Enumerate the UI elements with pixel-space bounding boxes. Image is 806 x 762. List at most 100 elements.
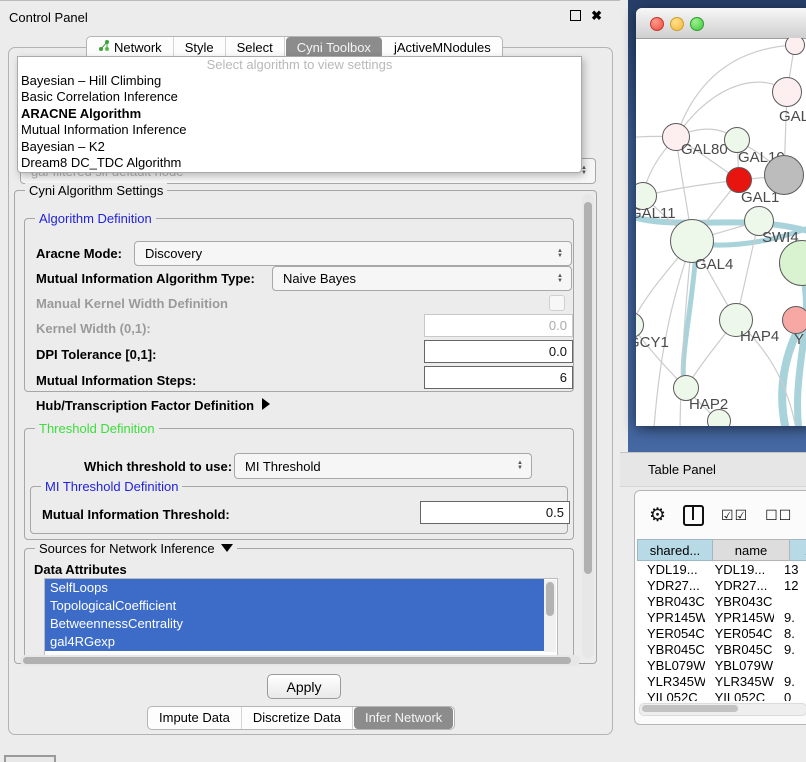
table-cell[interactable]: 9. — [774, 642, 806, 658]
dpi-tolerance-label: DPI Tolerance [0,1]: — [36, 347, 156, 362]
table-cell[interactable]: YLR345W — [637, 674, 705, 690]
table-cell[interactable]: YPR145W — [637, 610, 705, 626]
algorithm-option[interactable]: Dream8 DC_TDC Algorithm — [18, 155, 581, 171]
aracne-mode-combobox[interactable]: Discovery ▲▼ — [134, 241, 572, 266]
table-row[interactable]: YBR045CYBR045C9. — [637, 642, 806, 658]
corner-widget-icon[interactable] — [4, 755, 56, 762]
table-cell[interactable]: YBL079W — [705, 658, 774, 674]
hub-section-toggle[interactable]: Hub/Transcription Factor Definition — [36, 398, 270, 413]
table-cell[interactable]: 9. — [774, 674, 806, 690]
zoom-window-icon[interactable] — [690, 17, 704, 31]
table-row[interactable]: YDR27...YDR27...12 — [637, 578, 806, 594]
network-node[interactable] — [764, 155, 804, 195]
tab-label: Cyni Toolbox — [297, 39, 371, 57]
column-header-shared-name[interactable]: shared... — [637, 539, 713, 561]
manual-kernel-checkbox[interactable] — [549, 295, 565, 311]
attribute-item[interactable]: SelfLoops — [45, 579, 544, 597]
table-row[interactable]: YPR145WYPR145W9. — [637, 610, 806, 626]
network-view-window[interactable]: GALGAL80GAL10GAL1GAL11SWI4GAL4GCY1HAP4YH… — [636, 8, 806, 426]
table-row[interactable]: YER054CYER054C8. — [637, 626, 806, 642]
mi-threshold-field[interactable]: 0.5 — [420, 501, 570, 524]
network-node[interactable] — [772, 77, 802, 107]
column-header-name[interactable]: name — [713, 539, 790, 561]
table-cell[interactable]: YPR145W — [705, 610, 774, 626]
mi-algorithm-type-combobox[interactable]: Naive Bayes ▲▼ — [272, 266, 572, 291]
network-node[interactable] — [707, 409, 731, 426]
table-cell[interactable]: 9. — [774, 610, 806, 626]
control-panel-titlebar: Control Panel ✖ — [0, 0, 620, 31]
table-cell[interactable]: YIL052C — [637, 690, 705, 701]
unchecked-boxes-icon[interactable]: ☐☐ — [765, 507, 792, 524]
table-cell[interactable]: YER054C — [705, 626, 774, 642]
algorithm-option[interactable]: Bayesian – K2 — [18, 139, 581, 155]
minimize-window-icon[interactable] — [670, 17, 684, 31]
network-node[interactable] — [782, 306, 806, 334]
node-label: GAL11 — [636, 205, 676, 222]
mi-steps-field[interactable]: 6 — [424, 366, 573, 389]
table-cell[interactable]: YBR043C — [705, 594, 774, 610]
table-cell[interactable]: 0 — [774, 690, 806, 701]
attribute-item[interactable]: gal4RGexp — [45, 633, 544, 651]
close-window-icon[interactable] — [650, 17, 664, 31]
table-cell[interactable]: YDR27... — [637, 578, 705, 594]
checked-boxes-icon[interactable]: ☑☑ — [721, 507, 748, 524]
table-horizontal-scrollbar[interactable] — [639, 703, 806, 716]
which-threshold-combobox[interactable]: MI Threshold ▲▼ — [234, 453, 532, 479]
columns-icon[interactable] — [683, 505, 704, 526]
table-cell[interactable]: YDL19... — [705, 562, 774, 578]
settings-vertical-scrollbar[interactable] — [582, 194, 594, 658]
table-panel-title: Table Panel — [648, 462, 716, 477]
group-title: Threshold Definition — [35, 421, 159, 436]
attributes-scrollbar[interactable] — [544, 580, 556, 652]
table-cell[interactable]: YBR045C — [637, 642, 705, 658]
algorithm-option[interactable]: Basic Correlation Inference — [18, 89, 581, 105]
table-cell[interactable]: YBL079W — [637, 658, 705, 674]
gear-icon[interactable]: ⚙ — [649, 506, 666, 525]
settings-horizontal-scrollbar[interactable] — [20, 655, 580, 666]
table-row[interactable]: YLR345WYLR345W9. — [637, 674, 806, 690]
table-cell[interactable]: 8. — [774, 626, 806, 642]
table-cell[interactable]: YLR345W — [705, 674, 774, 690]
table-cell[interactable] — [774, 594, 806, 610]
table-cell[interactable] — [774, 658, 806, 674]
tab-impute-data[interactable]: Impute Data — [148, 707, 242, 729]
table-panel: ⚙ ☑☑ ☐☐ shared... name A YDL19...YDL19..… — [634, 490, 806, 725]
table-row[interactable]: YDL19...YDL19...13 — [637, 562, 806, 578]
table-row[interactable]: YIL052CYIL052C0 — [637, 690, 806, 701]
sources-title: Sources for Network Inference — [39, 541, 215, 556]
tab-infer-network[interactable]: Infer Network — [354, 707, 453, 729]
table-cell[interactable]: 13 — [774, 562, 806, 578]
network-canvas[interactable]: GALGAL80GAL10GAL1GAL11SWI4GAL4GCY1HAP4YH… — [636, 38, 806, 426]
table-cell[interactable]: YDL19... — [637, 562, 705, 578]
data-attributes-list[interactable]: SelfLoopsTopologicalCoefficientBetweenne… — [44, 578, 558, 656]
float-window-icon[interactable] — [570, 10, 581, 21]
sources-toggle[interactable]: Sources for Network Inference — [35, 541, 237, 556]
kernel-width-field[interactable]: 0.0 — [424, 314, 573, 337]
attribute-item[interactable]: BetweennessCentrality — [45, 615, 544, 633]
apply-button[interactable]: Apply — [267, 674, 341, 699]
attribute-item[interactable]: TopologicalCoefficient — [45, 597, 544, 615]
close-panel-icon[interactable]: ✖ — [591, 10, 602, 21]
scrollbar-thumb[interactable] — [23, 657, 571, 664]
dpi-tolerance-field[interactable]: 0.0 — [424, 340, 573, 363]
network-window-titlebar[interactable] — [636, 8, 806, 39]
algorithm-option[interactable]: Bayesian – Hill Climbing — [18, 73, 581, 89]
algorithm-option[interactable]: ARACNE Algorithm — [18, 106, 581, 122]
table-body[interactable]: YDL19...YDL19...13YDR27...YDR27...12YBR0… — [637, 562, 806, 701]
column-header-partial[interactable]: A — [790, 539, 806, 561]
algorithm-option[interactable]: Mutual Information Inference — [18, 122, 581, 138]
tab-discretize-data[interactable]: Discretize Data — [242, 707, 353, 729]
table-row[interactable]: YBL079WYBL079W — [637, 658, 806, 674]
scrollbar-thumb[interactable] — [584, 202, 592, 574]
table-cell[interactable]: 12 — [774, 578, 806, 594]
table-row[interactable]: YBR043CYBR043C — [637, 594, 806, 610]
table-cell[interactable]: YDR27... — [705, 578, 774, 594]
node-label: Y — [794, 331, 804, 348]
table-cell[interactable]: YER054C — [637, 626, 705, 642]
table-cell[interactable]: YBR043C — [637, 594, 705, 610]
scrollbar-thumb[interactable] — [546, 582, 554, 616]
table-cell[interactable]: YIL052C — [705, 690, 774, 701]
table-cell[interactable]: YBR045C — [705, 642, 774, 658]
group-title: MI Threshold Definition — [41, 479, 182, 494]
scrollbar-thumb[interactable] — [642, 705, 738, 712]
